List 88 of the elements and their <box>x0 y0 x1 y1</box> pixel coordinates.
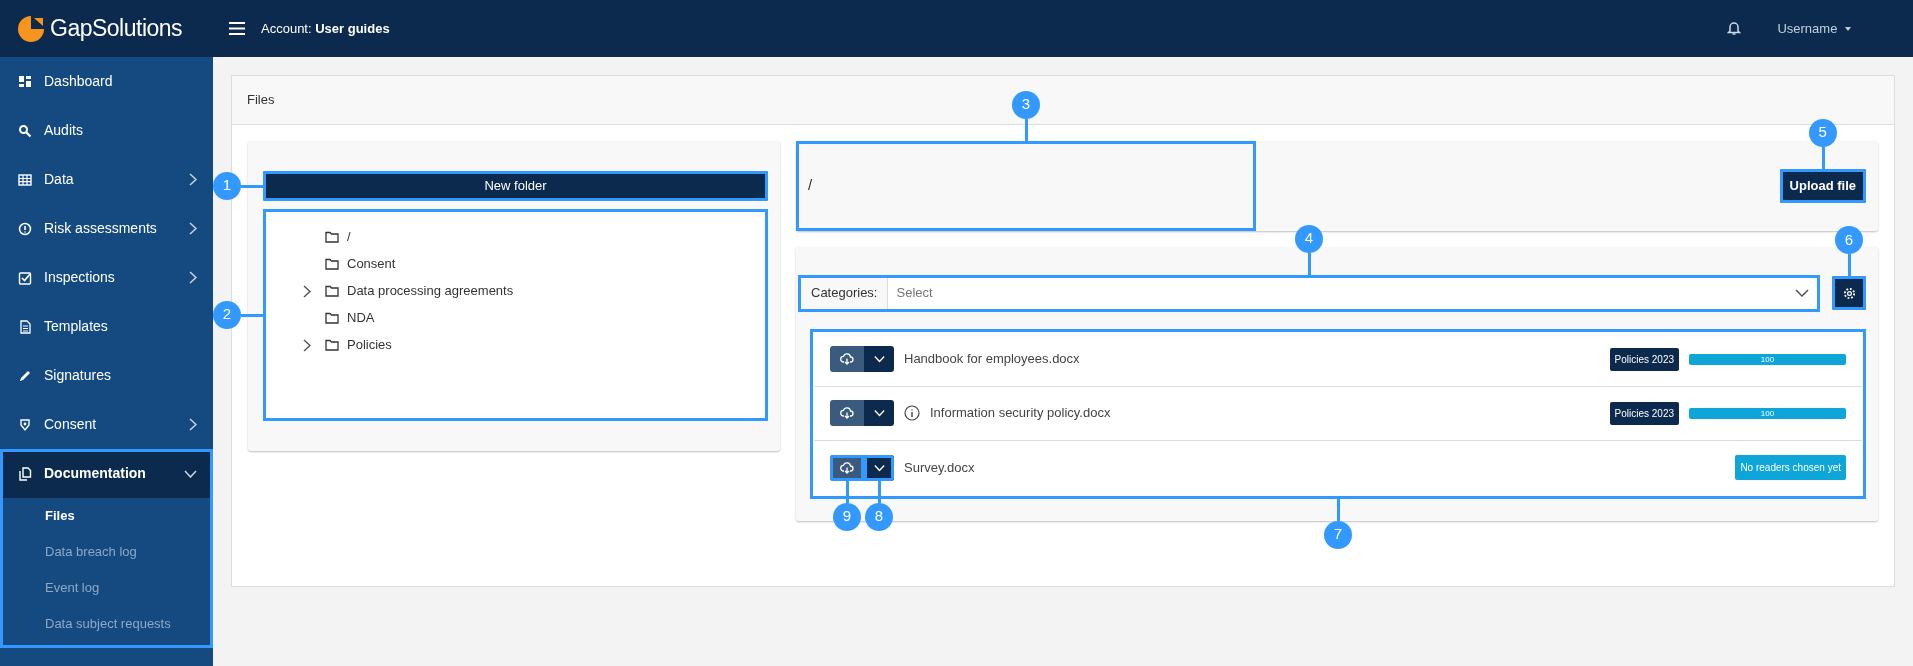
leader-line <box>1025 118 1028 141</box>
folder-icon <box>325 231 339 243</box>
dropdown-button[interactable] <box>864 454 894 481</box>
menu-icon[interactable] <box>229 22 245 35</box>
cloud-download-icon <box>840 353 854 365</box>
tree-item[interactable]: Policies <box>263 331 768 359</box>
chevron-down-icon <box>1795 289 1809 297</box>
sidebar-item[interactable]: Inspections <box>0 253 213 302</box>
chevron-right-icon[interactable] <box>303 284 311 298</box>
leader-line <box>1308 252 1311 275</box>
sidebar-subitem[interactable]: Files <box>0 498 213 534</box>
cloud-download-icon <box>840 461 854 474</box>
leader-line <box>1821 146 1825 169</box>
chevron-down-icon <box>873 463 885 472</box>
leader-line <box>846 480 849 503</box>
callout-number: 2 <box>213 300 241 329</box>
checkbox-icon <box>18 270 32 285</box>
download-button[interactable] <box>830 400 864 426</box>
sidebar-subitem[interactable]: Event log <box>0 570 213 606</box>
current-path: / <box>796 140 1256 231</box>
sidebar-item[interactable]: Templates <box>0 302 213 351</box>
folder-icon <box>325 285 339 297</box>
file-name[interactable]: Survey.docx <box>904 457 975 478</box>
settings-icon <box>1842 286 1856 300</box>
category-tag: Policies 2023 <box>1609 401 1679 425</box>
sidebar-item[interactable]: Signatures <box>0 351 213 400</box>
cloud-download-icon <box>840 407 854 419</box>
tree-item[interactable]: Consent <box>263 250 768 278</box>
chevron-right-icon <box>189 222 197 235</box>
progress-fill: 100 <box>1689 353 1846 365</box>
chevron-right-icon <box>189 173 197 186</box>
table-icon <box>18 172 32 187</box>
chevron-down-icon <box>873 409 885 417</box>
dropdown-button[interactable] <box>864 400 894 426</box>
categories-select[interactable]: Categories: Select <box>798 274 1820 312</box>
leader-line <box>241 313 263 317</box>
download-button[interactable] <box>830 454 864 481</box>
dashboard-icon <box>18 74 32 89</box>
new-folder-button[interactable]: New folder <box>263 170 768 201</box>
chevron-right-icon[interactable] <box>303 338 311 352</box>
callout-number: 6 <box>1835 226 1863 254</box>
progress-fill: 100 <box>1689 407 1846 419</box>
chevron-down-icon <box>184 469 197 478</box>
pencil-icon <box>18 368 32 383</box>
category-tag: Policies 2023 <box>1609 347 1679 371</box>
leader-line <box>878 480 881 503</box>
callout-number: 9 <box>833 502 861 531</box>
chevron-right-icon <box>189 271 197 284</box>
shield-icon <box>18 417 32 432</box>
leader-line <box>1848 254 1851 276</box>
sidebar-subitem[interactable]: Data subject requests <box>0 606 213 642</box>
file-name[interactable]: Information security policy.docx <box>930 403 1111 423</box>
sidebar-item[interactable]: Documentation <box>0 449 213 498</box>
sidebar-item[interactable]: Risk assessments <box>0 204 213 253</box>
tree-item[interactable]: NDA <box>263 304 768 332</box>
user-menu[interactable]: Username <box>1777 18 1851 39</box>
bell-icon[interactable] <box>1727 21 1742 36</box>
settings-button[interactable] <box>1832 276 1866 310</box>
tree-item[interactable]: / <box>263 223 768 251</box>
folder-icon <box>325 339 339 351</box>
callout-number: 8 <box>865 502 893 531</box>
status-badge: No readers chosen yet <box>1735 455 1846 480</box>
callout-number: 1 <box>213 171 241 200</box>
callout-number: 7 <box>1324 520 1352 549</box>
folder-icon <box>325 258 339 270</box>
account-title: Account: User guides <box>261 19 390 38</box>
chevron-right-icon <box>189 418 197 431</box>
file-name[interactable]: Handbook for employees.docx <box>904 349 1080 369</box>
folder-icon <box>325 312 339 324</box>
sidebar-subitem[interactable]: Data breach log <box>0 534 213 570</box>
sidebar-item[interactable]: Dashboard <box>0 57 213 106</box>
documents-icon <box>18 466 32 481</box>
logo-text: GapSolutions <box>50 14 183 44</box>
tree-item[interactable]: Data processing agreements <box>263 277 768 305</box>
alert-icon <box>18 221 32 236</box>
logo-icon <box>18 15 44 42</box>
sidebar-item[interactable]: Data <box>0 155 213 204</box>
document-icon <box>18 319 32 334</box>
sidebar-item[interactable]: Consent <box>0 400 213 449</box>
download-button[interactable] <box>830 346 864 372</box>
sidebar-item[interactable]: Audits <box>0 106 213 155</box>
leader-line <box>241 184 263 188</box>
leader-line <box>1337 498 1340 521</box>
upload-file-button[interactable]: Upload file <box>1779 168 1866 203</box>
chevron-down-icon <box>873 355 885 363</box>
search-icon <box>18 123 32 138</box>
categories-label: Categories: <box>801 277 889 309</box>
dropdown-button[interactable] <box>864 346 894 372</box>
